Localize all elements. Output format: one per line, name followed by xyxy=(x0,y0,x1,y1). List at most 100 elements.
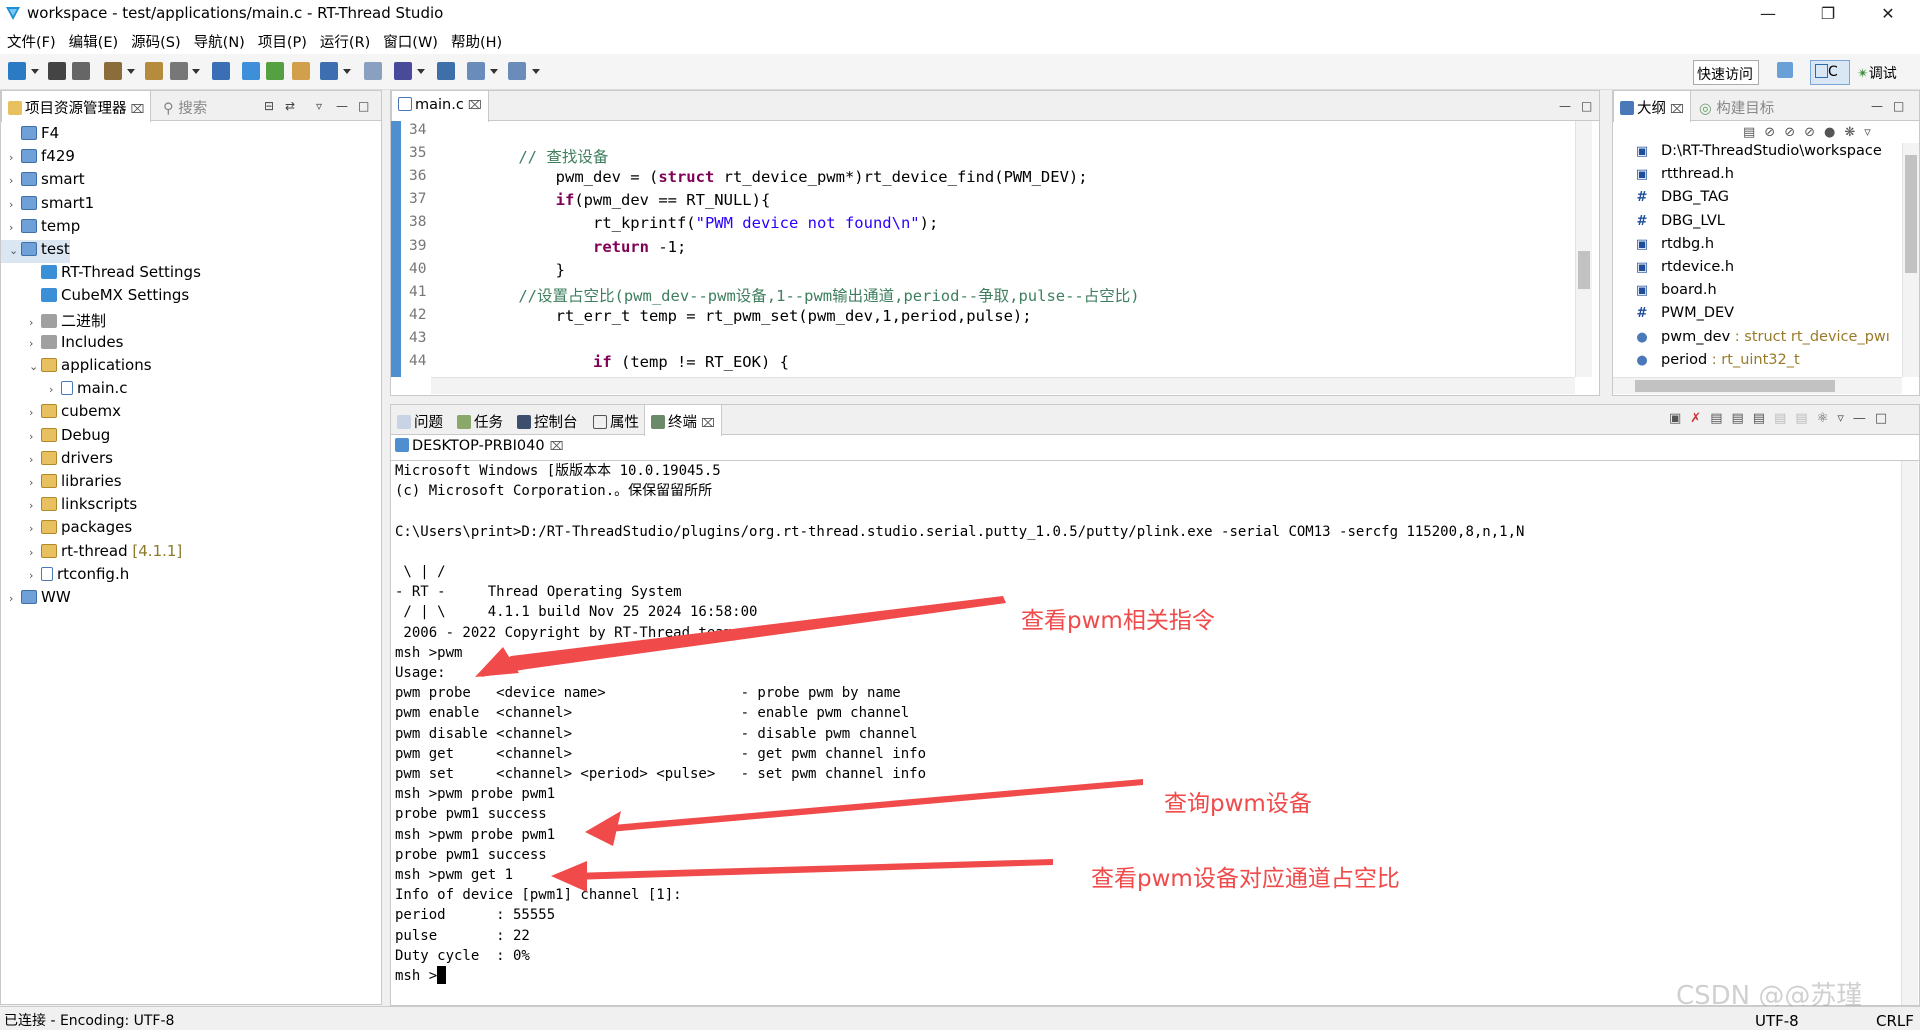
tab-main-c[interactable]: main.c ⌧ xyxy=(391,91,489,122)
menu-project[interactable]: 项目(P) xyxy=(251,28,313,52)
collapse-all-icon[interactable]: ⊟ xyxy=(264,99,274,113)
maximize-icon[interactable]: □ xyxy=(1581,99,1592,113)
tree-item-rt-thread[interactable]: › rt-thread [4.1.1] xyxy=(1,542,182,565)
new-icon[interactable] xyxy=(8,62,26,80)
tree-item-cubemx-settings[interactable]: CubeMX Settings xyxy=(1,286,189,309)
back-icon[interactable] xyxy=(467,62,485,80)
hide-non-public-icon[interactable]: ⊘ xyxy=(1804,125,1824,140)
scroll-thumb[interactable] xyxy=(1905,155,1917,273)
terminal-output[interactable]: Microsoft Windows [版版本本 10.0.19045.5 (c) … xyxy=(391,461,1901,1005)
rebuild-icon[interactable] xyxy=(145,62,163,80)
minimize-icon[interactable]: — xyxy=(1853,411,1875,426)
tree-item-drivers[interactable]: › drivers xyxy=(1,449,113,472)
menu-file[interactable]: 文件(F) xyxy=(0,28,62,52)
tree-item-smart1[interactable]: › smart1 xyxy=(1,194,94,217)
pin-icon[interactable]: ⚛ xyxy=(1817,411,1838,426)
task-icon[interactable] xyxy=(364,62,382,80)
minimize-button[interactable]: — xyxy=(1746,2,1790,26)
menu-help[interactable]: 帮助(H) xyxy=(444,28,508,52)
menu-window[interactable]: 窗口(W) xyxy=(376,28,444,52)
connect-icon[interactable]: ▣ xyxy=(1669,411,1690,426)
tab-project-explorer[interactable]: 项目资源管理器 ⌧ xyxy=(1,91,152,122)
menu-edit[interactable]: 编辑(E) xyxy=(62,28,124,52)
download-icon[interactable] xyxy=(212,62,230,80)
outline-item[interactable]: # PWM_DEV xyxy=(1635,305,1735,328)
chevron-right-icon[interactable]: › xyxy=(29,453,41,466)
sdk-manager-icon[interactable] xyxy=(394,62,412,80)
build-icon[interactable] xyxy=(104,62,122,80)
minimize-icon[interactable]: — xyxy=(1871,99,1883,113)
open-type-icon[interactable] xyxy=(292,62,310,80)
tree-item-smart[interactable]: › smart xyxy=(1,170,85,193)
menu-source[interactable]: 源码(S) xyxy=(124,28,187,52)
close-icon[interactable]: ⌧ xyxy=(468,98,482,112)
close-icon[interactable]: ⌧ xyxy=(1670,102,1684,116)
tree-item-applications[interactable]: ⌄ applications xyxy=(1,356,152,379)
sort-icon[interactable]: ▤ xyxy=(1743,125,1764,140)
tab-problems[interactable]: 问题 xyxy=(391,405,449,435)
tab-terminal[interactable]: 终端 ⌧ xyxy=(644,405,722,436)
tree-item-ww[interactable]: › WW xyxy=(1,588,71,611)
tree-item-debug[interactable]: › Debug xyxy=(1,426,110,449)
chevron-right-icon[interactable]: › xyxy=(29,546,41,559)
maximize-icon[interactable]: □ xyxy=(358,99,369,113)
menu-navigate[interactable]: 导航(N) xyxy=(187,28,251,52)
close-button[interactable]: ✕ xyxy=(1866,2,1910,26)
chevron-right-icon[interactable]: › xyxy=(29,316,41,329)
view-menu-icon[interactable]: ▿ xyxy=(316,99,322,113)
tab-outline[interactable]: 大纲 ⌧ xyxy=(1613,91,1691,122)
chevron-right-icon[interactable]: › xyxy=(29,476,41,489)
settings-icon[interactable] xyxy=(242,62,260,80)
clear-icon[interactable]: ▤ xyxy=(1732,411,1753,426)
hide-fields-icon[interactable]: ⊘ xyxy=(1764,125,1784,140)
forward-icon[interactable] xyxy=(508,62,526,80)
tab-properties[interactable]: 属性 xyxy=(587,405,645,435)
paste-icon[interactable]: ▤ xyxy=(1795,411,1816,426)
scroll-thumb[interactable] xyxy=(1635,380,1835,392)
chevron-right-icon[interactable]: › xyxy=(9,151,21,164)
minimize-icon[interactable]: — xyxy=(336,99,348,113)
tree-item-linkscripts[interactable]: › linkscripts xyxy=(1,495,137,518)
outline-item[interactable]: # DBG_LVL xyxy=(1635,213,1725,236)
green-dot-icon[interactable]: ● xyxy=(1824,125,1844,140)
tree-item-cubemx[interactable]: › cubemx xyxy=(1,402,121,425)
copy-icon[interactable]: ▤ xyxy=(1774,411,1795,426)
code-area[interactable]: 34 35 // 查找设备 36 pwm_dev = (struct rt_devi… xyxy=(401,121,1571,377)
terminal-vertical-scrollbar[interactable] xyxy=(1901,461,1918,1005)
outline-item[interactable]: # DBG_TAG xyxy=(1635,189,1729,212)
chevron-right-icon[interactable]: › xyxy=(29,406,41,419)
outline-item[interactable]: ▣ rtdevice.h xyxy=(1635,259,1734,282)
tree-item-rtconfig-h[interactable]: › rtconfig.h xyxy=(1,565,129,588)
tree-item-f4[interactable]: F4 xyxy=(1,124,59,147)
close-icon[interactable]: ⌧ xyxy=(701,416,715,430)
outline-item[interactable]: ● period : rt_uint32_t xyxy=(1635,352,1799,375)
debug-icon[interactable] xyxy=(266,62,284,80)
chevron-right-icon[interactable]: › xyxy=(9,221,21,234)
maximize-icon[interactable]: □ xyxy=(1893,99,1904,113)
perspective-c-button[interactable]: C xyxy=(1810,60,1850,85)
restore-button[interactable]: ❐ xyxy=(1806,2,1850,26)
tree-item-f429[interactable]: › f429 xyxy=(1,147,75,170)
tree-item--[interactable]: › 二进制 xyxy=(1,310,106,333)
outline-item[interactable]: ▣ rtdbg.h xyxy=(1635,236,1714,259)
chevron-right-icon[interactable]: › xyxy=(29,430,41,443)
link-editor-icon[interactable]: ⇄ xyxy=(285,99,295,113)
chevron-right-icon[interactable]: › xyxy=(29,569,41,582)
terminal-session-tab[interactable]: DESKTOP-PRBI040 ⌧ xyxy=(395,438,563,454)
maximize-icon[interactable]: □ xyxy=(1875,411,1896,426)
outline-item[interactable]: ▣ board.h xyxy=(1635,282,1717,305)
tree-item-packages[interactable]: › packages xyxy=(1,518,132,541)
tab-console[interactable]: 控制台 xyxy=(511,405,584,435)
scroll-lock-icon[interactable]: ▤ xyxy=(1710,411,1731,426)
close-icon[interactable]: ⌧ xyxy=(131,102,145,116)
outline-item[interactable]: ▣ rtthread.h xyxy=(1635,166,1734,189)
outline-vertical-scrollbar[interactable] xyxy=(1902,143,1919,377)
chevron-right-icon[interactable]: › xyxy=(49,383,61,396)
editor-horizontal-scrollbar[interactable] xyxy=(431,377,1575,394)
tree-item-main-c[interactable]: › main.c xyxy=(1,379,128,402)
clean-icon[interactable] xyxy=(170,62,188,80)
tree-item-libraries[interactable]: › libraries xyxy=(1,472,122,495)
tab-build-targets[interactable]: ◎ 构建目标 xyxy=(1693,91,1780,121)
close-icon[interactable]: ⌧ xyxy=(550,439,564,453)
perspective-debug-button[interactable]: ✴调试 xyxy=(1855,60,1899,85)
